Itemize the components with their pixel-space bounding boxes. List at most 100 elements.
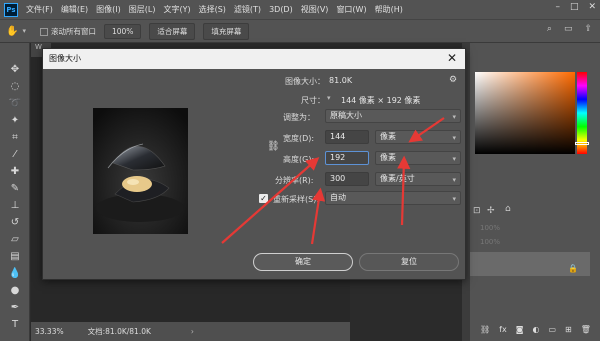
hand-tool-icon[interactable]: ✋	[6, 26, 18, 37]
blur-tool-icon[interactable]: 💧	[8, 267, 22, 281]
gradient-tool-icon[interactable]: ▤	[8, 250, 22, 264]
lock-icon: 🔒	[568, 264, 578, 273]
resample-checkbox[interactable]: ✓	[259, 194, 268, 203]
close-icon[interactable]: ✕	[588, 2, 596, 12]
resolution-unit-select[interactable]: 像素/英寸 ▾	[375, 172, 461, 186]
photoshop-logo: Ps	[4, 2, 18, 17]
pen-tool-icon[interactable]: ✒	[8, 301, 22, 315]
dimensions-label: 尺寸：	[301, 96, 325, 105]
lasso-tool-icon[interactable]: ➰	[8, 97, 22, 111]
chevron-down-icon: ▾	[452, 195, 456, 203]
menu-type[interactable]: 文字(Y)	[163, 4, 190, 15]
fill-screen-button[interactable]: 填充屏幕	[203, 22, 250, 40]
menu-view[interactable]: 视图(V)	[301, 4, 329, 15]
lock-pixels-icon[interactable]: ⊡	[473, 206, 481, 216]
hue-slider-handle[interactable]	[575, 142, 589, 145]
marquee-tool-icon[interactable]: ◌	[8, 80, 22, 94]
opacity-value[interactable]: 100%	[480, 224, 500, 232]
chevron-right-icon[interactable]: ›	[191, 327, 194, 336]
menu-file[interactable]: 文件(F)	[26, 4, 53, 15]
lock-artboard-icon[interactable]: ⌂	[505, 204, 511, 214]
constrain-link-icon[interactable]: ⛓	[267, 141, 280, 152]
height-input[interactable]: 192	[325, 151, 369, 165]
search-icon[interactable]: ⌕	[547, 24, 552, 34]
width-label: 宽度(D):	[283, 134, 315, 143]
lock-position-icon[interactable]: ✢	[487, 206, 495, 216]
menu-help[interactable]: 帮助(H)	[375, 4, 403, 15]
move-tool-icon[interactable]: ✥	[8, 63, 22, 77]
height-unit-select[interactable]: 像素 ▾	[375, 151, 461, 165]
window-controls: – □ ✕	[555, 2, 596, 12]
magic-wand-icon[interactable]: ✦	[8, 114, 22, 128]
fit-screen-button[interactable]: 适合屏幕	[149, 22, 196, 40]
eyedropper-icon[interactable]: ⁄	[8, 148, 22, 162]
menu-filter[interactable]: 滤镜(T)	[234, 4, 261, 15]
chevron-down-icon[interactable]: ▾	[327, 94, 331, 102]
chevron-down-icon: ▾	[452, 134, 456, 142]
fit-to-value: 原稿大小	[330, 111, 362, 120]
crop-tool-icon[interactable]: ⌗	[8, 131, 22, 145]
height-unit-value: 像素	[380, 153, 396, 162]
mussel-photo	[93, 108, 188, 234]
color-picker-field[interactable]	[475, 72, 575, 154]
dialog-title: 图像大小	[43, 49, 465, 69]
folder-icon[interactable]: ▭	[548, 325, 556, 334]
menu-select[interactable]: 选择(S)	[199, 4, 226, 15]
height-label: 高度(G):	[283, 155, 315, 164]
reset-button[interactable]: 复位	[359, 253, 459, 271]
share-icon[interactable]: ⇪	[584, 24, 592, 34]
healing-brush-icon[interactable]: ✚	[8, 165, 22, 179]
fill-value[interactable]: 100%	[480, 238, 500, 246]
layers-footer: ⛓ fx ◙ ◐ ▭ ⊞ 🗑	[480, 325, 591, 334]
menu-layer[interactable]: 图层(L)	[129, 4, 156, 15]
dodge-tool-icon[interactable]: ●	[8, 284, 22, 298]
clone-stamp-icon[interactable]: ⊥	[8, 199, 22, 213]
new-layer-icon[interactable]: ⊞	[565, 325, 572, 334]
chevron-down-icon[interactable]: ▾	[22, 27, 26, 35]
fit-to-label: 调整为：	[283, 113, 315, 122]
resolution-input[interactable]: 300	[325, 172, 369, 186]
menu-bar: Ps 文件(F) 编辑(E) 图像(I) 图层(L) 文字(Y) 选择(S) 滤…	[0, 0, 600, 19]
width-unit-select[interactable]: 像素 ▾	[375, 130, 461, 144]
resolution-unit-value: 像素/英寸	[380, 174, 415, 183]
resolution-label: 分辨率(R):	[275, 176, 314, 185]
width-input[interactable]: 144	[325, 130, 369, 144]
scroll-all-windows-checkbox[interactable]: 滚动所有窗口	[39, 26, 96, 37]
resample-value: 自动	[330, 193, 346, 202]
resample-select[interactable]: 自动 ▾	[325, 191, 461, 205]
workspace-icon[interactable]: ▭	[564, 24, 573, 34]
image-preview	[93, 108, 188, 234]
adjustment-icon[interactable]: ◐	[532, 325, 539, 334]
fit-to-select[interactable]: 原稿大小 ▾	[325, 109, 461, 123]
chevron-down-icon: ▾	[452, 155, 456, 163]
image-size-value: 81.0K	[329, 76, 353, 85]
fx-icon[interactable]: fx	[499, 325, 507, 334]
options-bar: ✋ ▾ 滚动所有窗口 100% 适合屏幕 填充屏幕	[0, 19, 600, 43]
eraser-tool-icon[interactable]: ▱	[8, 233, 22, 247]
resample-label: 重新采样(S):	[273, 195, 320, 204]
brush-tool-icon[interactable]: ✎	[8, 182, 22, 196]
trash-icon[interactable]: 🗑	[581, 325, 591, 334]
image-size-label: 图像大小：	[285, 77, 325, 86]
status-bar: 33.33% 文档:81.0K/81.0K ›	[31, 322, 350, 341]
tools-panel: ✥ ◌ ➰ ✦ ⌗ ⁄ ✚ ✎ ⊥ ↺ ▱ ▤ 💧 ● ✒ T	[0, 43, 30, 341]
type-tool-icon[interactable]: T	[8, 318, 22, 332]
gear-icon[interactable]: ⚙	[449, 75, 457, 85]
history-brush-icon[interactable]: ↺	[8, 216, 22, 230]
ok-button[interactable]: 确定	[253, 253, 353, 271]
close-icon[interactable]: ✕	[447, 51, 457, 65]
mask-icon[interactable]: ◙	[516, 325, 524, 334]
zoom-100-button[interactable]: 100%	[103, 23, 142, 39]
menu-3d[interactable]: 3D(D)	[269, 5, 293, 14]
maximize-icon[interactable]: □	[570, 2, 579, 12]
options-right-icons: ⌕ ▭ ⇪	[547, 24, 592, 34]
menu-window[interactable]: 窗口(W)	[336, 4, 366, 15]
zoom-level[interactable]: 33.33%	[35, 327, 64, 336]
document-info: 文档:81.0K/81.0K	[87, 327, 151, 336]
menu-edit[interactable]: 编辑(E)	[61, 4, 88, 15]
menu-image[interactable]: 图像(I)	[96, 4, 121, 15]
link-icon[interactable]: ⛓	[480, 325, 490, 334]
minimize-icon[interactable]: –	[555, 2, 560, 12]
chevron-down-icon: ▾	[452, 176, 456, 184]
dimensions-value: 144 像素 × 192 像素	[341, 96, 421, 105]
